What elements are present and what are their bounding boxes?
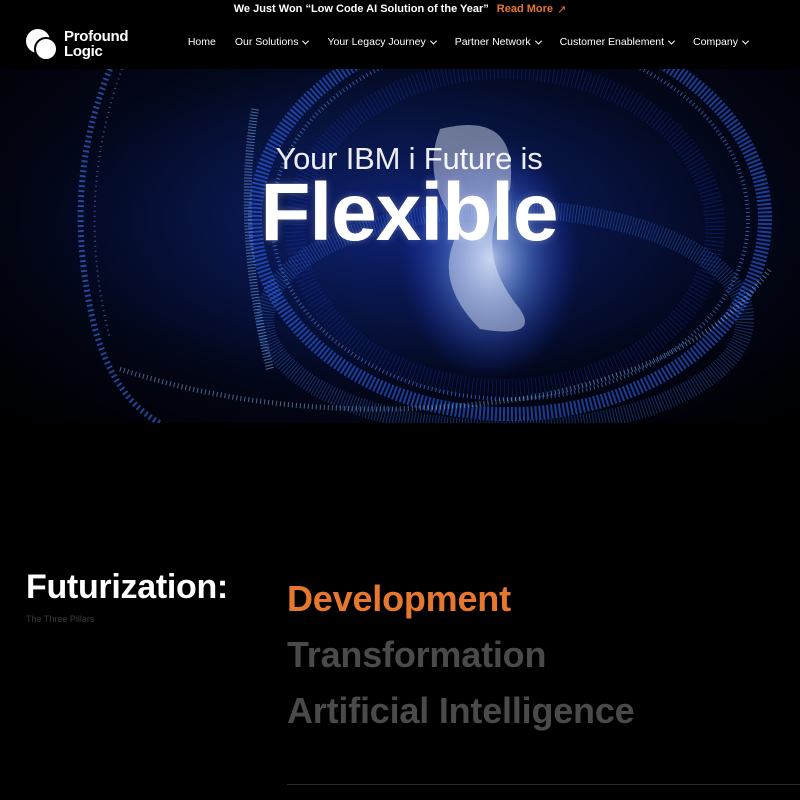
nav-item-our-solutions[interactable]: Our Solutions [234,36,310,48]
nav-label: Our Solutions [234,36,299,48]
pillars-section: Futurization: The Three Pillars Developm… [0,423,800,800]
logo-mark-icon [26,27,60,61]
read-more-label: Read More [496,3,554,15]
pillar-list: Development Transformation Artificial In… [287,571,635,739]
logo[interactable]: Profound Logic [26,27,129,61]
arrow-up-right-icon: ↗ [557,3,567,16]
nav-label: Partner Network [454,36,531,48]
logo-line-2: Logic [64,43,103,60]
nav-label: Home [187,36,216,48]
divider [287,784,800,785]
nav-item-customer-enablement[interactable]: Customer Enablement [559,36,676,48]
nav-item-partner-network[interactable]: Partner Network [454,36,542,48]
pillars-subtitle: The Three Pillars [26,614,95,624]
pillar-artificial-intelligence[interactable]: Artificial Intelligence [287,683,635,739]
pillar-transformation[interactable]: Transformation [287,627,635,683]
read-more-link[interactable]: Read More ↗ [497,3,566,16]
site-header: Profound Logic Home Our Solutions Your L… [0,18,800,69]
nav-label: Your Legacy Journey [327,36,426,48]
chevron-down-icon [741,37,750,45]
logo-text: Profound Logic [64,28,129,60]
announcement-bar: We Just Won “Low Code AI Solution of the… [0,0,800,18]
nav-item-company[interactable]: Company [693,36,750,48]
hero-title: Flexible [260,167,558,258]
nav-item-home[interactable]: Home [188,36,216,48]
pillars-title: Futurization: [26,568,228,606]
hero-section: Your IBM i Future is Flexible [0,69,800,423]
chevron-down-icon [534,37,542,45]
chevron-down-icon [302,37,310,45]
main-nav: Home Our Solutions Your Legacy Journey P… [188,36,750,48]
nav-label: Customer Enablement [559,36,665,48]
pillar-development[interactable]: Development [287,571,635,627]
nav-item-your-legacy-journey[interactable]: Your Legacy Journey [327,36,437,48]
announcement-text: We Just Won “Low Code AI Solution of the… [233,3,489,15]
nav-label: Company [693,36,738,48]
hero-heading: Your IBM i Future is Flexible [0,141,800,258]
logo-line-1: Profound [64,28,129,45]
chevron-down-icon [429,37,437,45]
chevron-down-icon [668,37,676,45]
